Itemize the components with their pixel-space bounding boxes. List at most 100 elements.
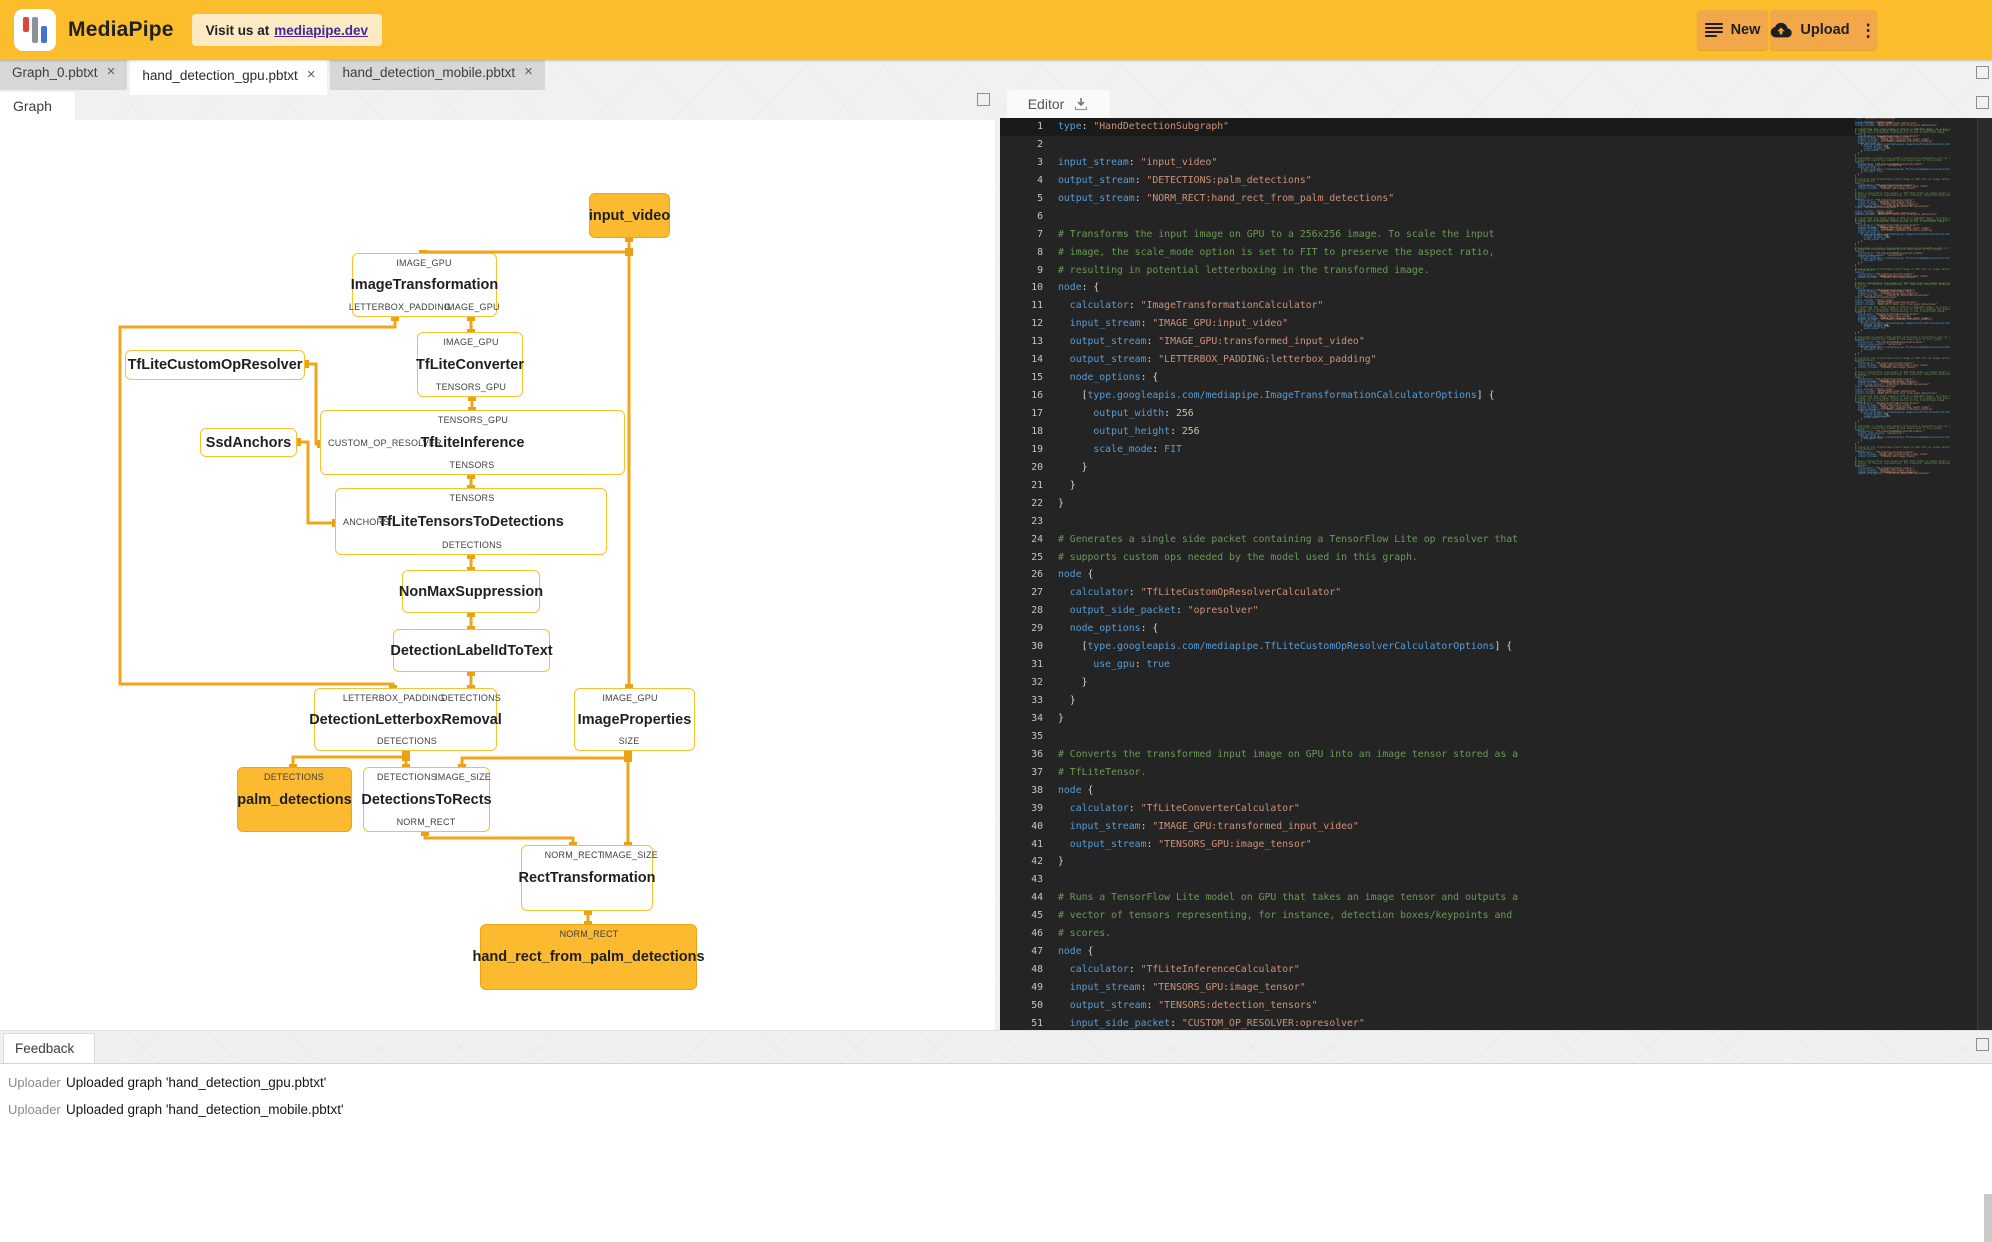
upload-button[interactable]: Upload ⋮ [1770, 10, 1877, 50]
graph-node-TfLiteTensorsToDetections[interactable]: TENSORS DETECTIONS ANCHORS TfLiteTensorsToD… [335, 488, 607, 555]
code-line[interactable]: 12 input_stream: "IMAGE_GPU:input_video" [1000, 315, 1860, 333]
close-icon[interactable]: × [524, 64, 533, 79]
code-line[interactable]: 47 node { [1000, 943, 1860, 961]
code-line[interactable]: 38 node { [1000, 782, 1860, 800]
code-line[interactable]: 43 [1000, 871, 1860, 889]
graph-node-ImageTransformation[interactable]: IMAGE_GPU LETTERBOX_PADDING IMAGE_GPU Image… [348, 253, 499, 317]
file-tab-hand_detection_mobile.pbtxt[interactable]: hand_detection_mobile.pbtxt × [330, 55, 545, 90]
port-label: IMAGE_GPU [602, 693, 658, 703]
code-line[interactable]: 46 # scores. [1000, 925, 1860, 943]
expand-workspace-icon[interactable] [1976, 66, 1989, 79]
mediapipe-dev-link[interactable]: mediapipe.dev [274, 23, 368, 38]
graph-node-ImageProperties[interactable]: IMAGE_GPU SIZE ImageProperties [574, 688, 695, 751]
code-line[interactable]: 51 input_side_packet: "CUSTOM_OP_RESOLVE… [1000, 1015, 1860, 1030]
line-number: 21 [1031, 479, 1043, 491]
code-line[interactable]: 14 output_stream: "LETTERBOX_PADDING:let… [1000, 351, 1860, 369]
editor-scrollbar[interactable] [1977, 118, 1992, 1030]
code-line[interactable]: 40 input_stream: "IMAGE_GPU:transformed_… [1000, 818, 1860, 836]
line-number: 27 [1031, 587, 1043, 599]
graph-node-SsdAnchors[interactable]: SsdAnchors [200, 428, 297, 457]
line-number: 35 [1031, 730, 1043, 742]
code-line[interactable]: 7 # Transforms the input image on GPU to … [1000, 226, 1860, 244]
code-line[interactable]: 10 node: { [1000, 279, 1860, 297]
code-lines[interactable]: 1 type: "HandDetectionSubgraph" 2 3 input_st… [1000, 118, 1860, 1030]
code-line[interactable]: 50 output_stream: "TENSORS:detection_ten… [1000, 997, 1860, 1015]
code-line[interactable]: 28 output_side_packet: "opresolver" [1000, 602, 1860, 620]
graph-node-RectTransformation[interactable]: NORM_RECT IMAGE_SIZE RectTransformation [519, 845, 658, 911]
graph-node-input_video[interactable]: input_video [589, 193, 670, 238]
code-line[interactable]: 19 scale_mode: FIT [1000, 441, 1860, 459]
code-line[interactable]: 20 } [1000, 459, 1860, 477]
port-label: LETTERBOX_PADDING [348, 302, 452, 312]
code-line[interactable]: 5 output_stream: "NORM_RECT:hand_rect_fro… [1000, 190, 1860, 208]
code-line[interactable]: 11 calculator: "ImageTransformationCalcu… [1000, 297, 1860, 315]
code-line[interactable]: 4 output_stream: "DETECTIONS:palm_detecti… [1000, 172, 1860, 190]
line-number: 37 [1031, 766, 1043, 778]
file-tab-hand_detection_gpu.pbtxt[interactable]: hand_detection_gpu.pbtxt × [130, 55, 328, 95]
graph-node-NonMaxSuppression[interactable]: NonMaxSuppression [399, 570, 543, 613]
code-line[interactable]: 29 node_options: { [1000, 620, 1860, 638]
code-line[interactable]: 21 } [1000, 477, 1860, 495]
node-title: DetectionsToRects [361, 791, 492, 808]
code-line[interactable]: 32 } [1000, 674, 1860, 692]
code-line[interactable]: 37 # TfLiteTensor. [1000, 764, 1860, 782]
file-tab-Graph_0.pbtxt[interactable]: Graph_0.pbtxt × [0, 55, 128, 90]
graph-node-TfLiteInference[interactable]: TENSORS_GPU TENSORS CUSTOM_OP_RESOLVER TfLi… [320, 410, 625, 475]
code-line[interactable]: 42} [1000, 853, 1860, 871]
code-editor[interactable]: 1 type: "HandDetectionSubgraph" 2 3 input_st… [1000, 118, 1992, 1030]
code-line[interactable]: 45 # vector of tensors representing, for … [1000, 907, 1860, 925]
code-line[interactable]: 15 node_options: { [1000, 369, 1860, 387]
code-line[interactable]: 24 # Generates a single side packet conta… [1000, 531, 1860, 549]
code-line[interactable]: 1 type: "HandDetectionSubgraph" [1000, 118, 1860, 136]
code-line[interactable]: 27 calculator: "TfLiteCustomOpResolverCa… [1000, 584, 1860, 602]
code-line[interactable]: 25 # supports custom ops needed by the mo… [1000, 549, 1860, 567]
feedback-scrollbar[interactable] [1984, 1194, 1992, 1242]
tab-feedback[interactable]: Feedback [3, 1033, 95, 1063]
close-icon[interactable]: × [107, 64, 116, 79]
code-line[interactable]: 44 # Runs a TensorFlow Lite model on GPU … [1000, 889, 1860, 907]
tab-graph[interactable]: Graph [0, 92, 75, 120]
line-number: 51 [1031, 1017, 1043, 1029]
graph-node-DetectionLabelIdToText[interactable]: DetectionLabelIdToText [390, 629, 553, 672]
code-line[interactable]: 18 output_height: 256 [1000, 423, 1860, 441]
graph-node-DetectionLetterboxRemoval[interactable]: LETTERBOX_PADDING DETECTIONS DETECTIONS Det… [309, 688, 502, 751]
code-line[interactable]: 34} [1000, 710, 1860, 728]
code-line[interactable]: 30 [type.googleapis.com/mediapipe.TfLite… [1000, 638, 1860, 656]
code-line[interactable]: 36 # Converts the transformed input image… [1000, 746, 1860, 764]
expand-graph-panel-icon[interactable] [977, 93, 990, 106]
code-line[interactable]: 22} [1000, 495, 1860, 513]
download-icon[interactable] [1073, 96, 1089, 112]
code-line[interactable]: 33 } [1000, 692, 1860, 710]
graph-node-TfLiteCustomOpResolver[interactable]: TfLiteCustomOpResolver [125, 350, 305, 380]
graph-node-TfLiteConverter[interactable]: IMAGE_GPU TENSORS_GPU TfLiteConverter [416, 332, 524, 397]
code-line[interactable]: 6 [1000, 208, 1860, 226]
tab-editor[interactable]: Editor [1007, 90, 1110, 118]
graph-node-hand_rect_from_palm_detections[interactable]: NORM_RECT hand_rect_from_palm_detections [472, 924, 705, 990]
code-line[interactable]: 49 input_stream: "TENSORS_GPU:image_tens… [1000, 979, 1860, 997]
code-line[interactable]: 13 output_stream: "IMAGE_GPU:transformed… [1000, 333, 1860, 351]
new-button[interactable]: New [1697, 10, 1768, 50]
expand-feedback-panel-icon[interactable] [1976, 1038, 1989, 1051]
kebab-menu-icon[interactable]: ⋮ [1860, 22, 1877, 39]
code-line[interactable]: 23 [1000, 513, 1860, 531]
code-line[interactable]: 39 calculator: "TfLiteConverterCalculato… [1000, 800, 1860, 818]
graph-node-palm_detections[interactable]: DETECTIONS palm_detections [237, 767, 352, 832]
code-line[interactable]: 35 [1000, 728, 1860, 746]
line-number: 10 [1031, 282, 1043, 294]
app-header: MediaPipe Visit us at mediapipe.dev New … [0, 0, 1992, 60]
graph-node-DetectionsToRects[interactable]: DETECTIONS IMAGE_SIZE NORM_RECT DetectionsT… [361, 767, 492, 832]
code-line[interactable]: 31 use_gpu: true [1000, 656, 1860, 674]
code-line[interactable]: 3 input_stream: "input_video" [1000, 154, 1860, 172]
expand-editor-panel-icon[interactable] [1976, 96, 1989, 109]
code-line[interactable]: 9 # resulting in potential letterboxing i… [1000, 262, 1860, 280]
code-line[interactable]: 2 [1000, 136, 1860, 154]
code-line[interactable]: 17 output_width: 256 [1000, 405, 1860, 423]
editor-minimap[interactable]: type: "HandDetectionSubgraph" input_strea… [1855, 118, 1950, 1030]
code-line[interactable]: 16 [type.googleapis.com/mediapipe.ImageT… [1000, 387, 1860, 405]
code-line[interactable]: 26 node { [1000, 566, 1860, 584]
graph-canvas[interactable]: input_video IMAGE_GPU LETTERBOX_PADDING IMA… [0, 120, 995, 1030]
code-line[interactable]: 48 calculator: "TfLiteInferenceCalculato… [1000, 961, 1860, 979]
close-icon[interactable]: × [307, 67, 316, 82]
code-line[interactable]: 41 output_stream: "TENSORS_GPU:image_ten… [1000, 836, 1860, 854]
code-line[interactable]: 8 # image, the scale_mode option is set t… [1000, 244, 1860, 262]
